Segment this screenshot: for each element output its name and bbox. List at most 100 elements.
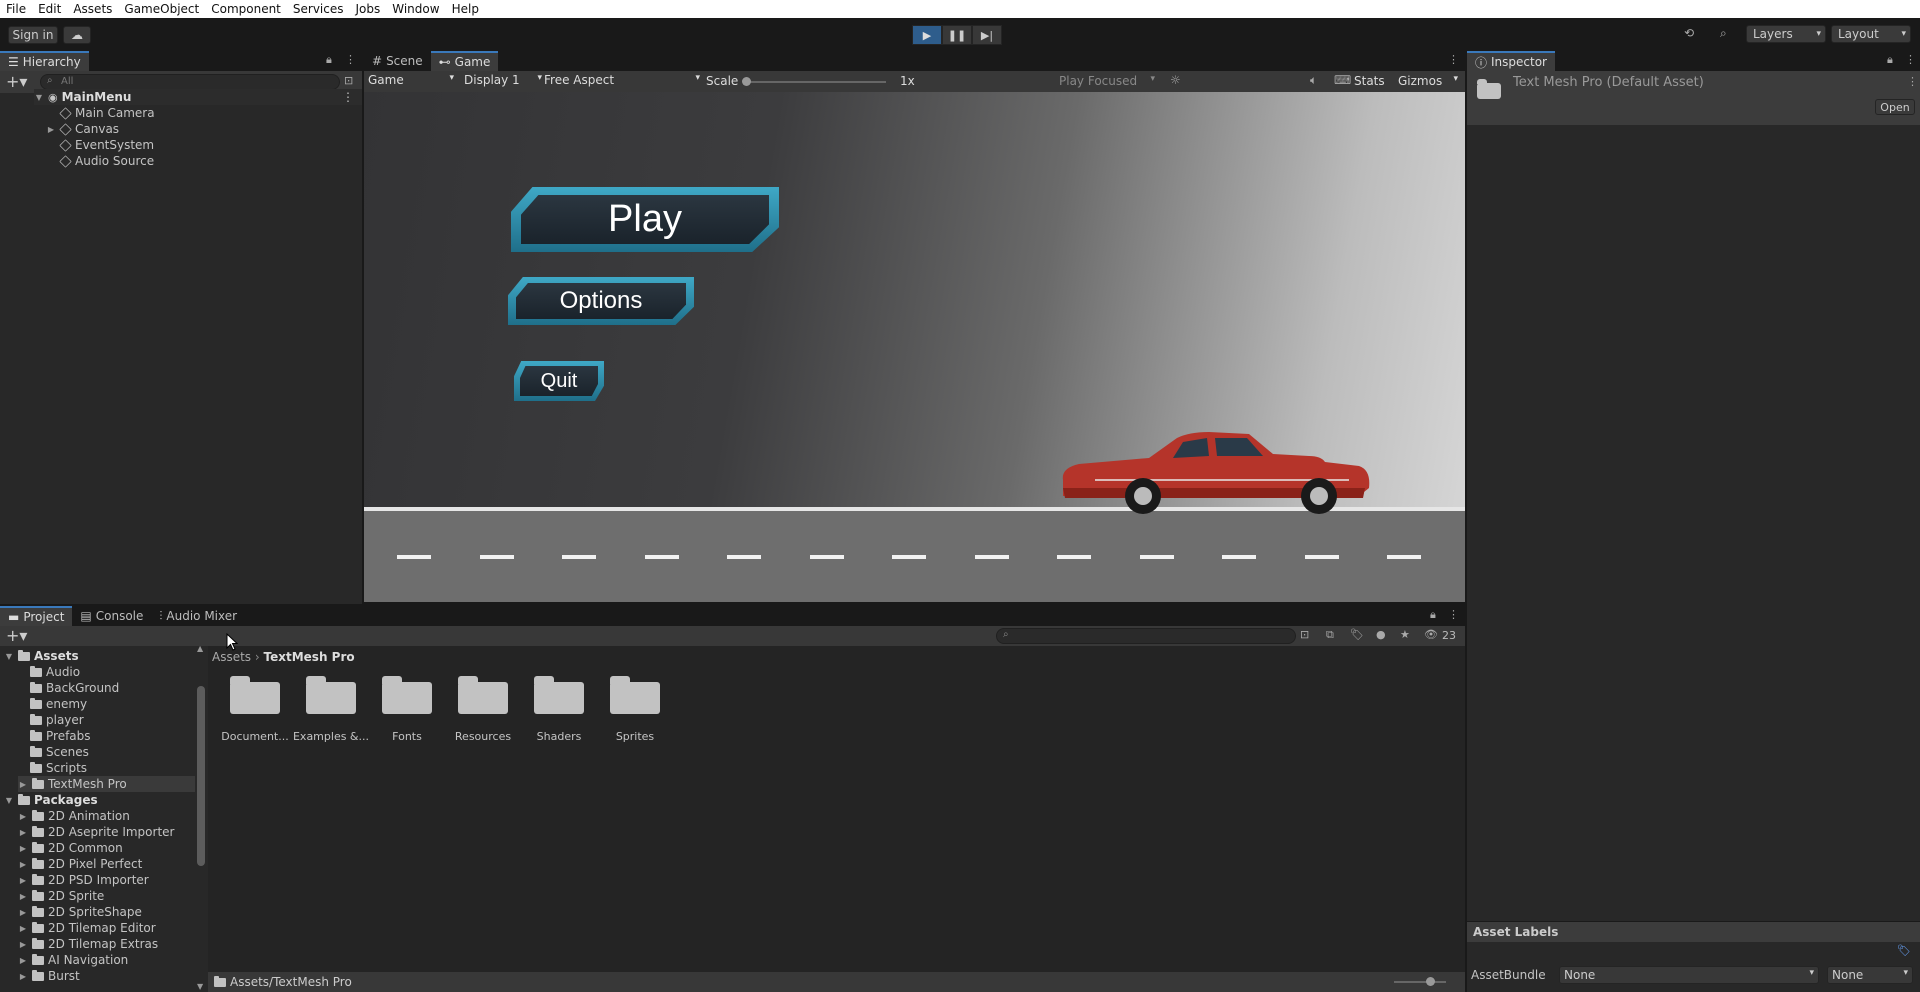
open-button[interactable]: Open — [1875, 99, 1915, 115]
breadcrumb-current[interactable]: TextMesh Pro — [264, 650, 355, 664]
filter-label-icon[interactable]: 🏷︎ — [1350, 628, 1364, 641]
game-mode-dropdown[interactable]: Game ▾ — [368, 73, 456, 89]
play-focused-dropdown[interactable]: Play Focused ▾ — [1059, 74, 1159, 88]
tree-item-asset[interactable]: Scripts — [30, 760, 87, 776]
menu-component[interactable]: Component — [205, 2, 287, 16]
tab-audio-mixer[interactable]: ⫶ Audio Mixer — [151, 606, 245, 626]
tree-item-asset[interactable]: player — [30, 712, 84, 728]
tree-item-asset[interactable]: ▶ TextMesh Pro — [18, 776, 195, 792]
tab-game[interactable]: ⊷ Game — [430, 51, 499, 71]
expand-arrow-icon[interactable]: ▶ — [18, 780, 28, 789]
layers-dropdown[interactable]: Layers ▾ — [1746, 25, 1826, 43]
tree-item-package[interactable]: ▶ 2D Tilemap Extras — [18, 936, 158, 952]
scene-root[interactable]: ▼ ◉ MainMenu ⋮ — [34, 89, 362, 105]
asset-variant-dropdown[interactable]: None ▾ — [1827, 966, 1913, 984]
breadcrumb-root[interactable]: Assets — [212, 650, 251, 664]
expand-arrow-icon[interactable]: ▶ — [18, 812, 28, 821]
lock-icon[interactable]: 🔒︎ — [326, 53, 332, 67]
lock-icon[interactable]: 🔒︎ — [1887, 53, 1893, 67]
mute-audio-icon[interactable]: 🔈︎ — [1310, 73, 1317, 88]
label-tag-icon[interactable]: 🏷︎ — [1897, 944, 1911, 957]
tree-assets-root[interactable]: ▼ Assets — [4, 648, 79, 664]
asset-bundle-dropdown[interactable]: None ▾ — [1559, 966, 1819, 984]
hierarchy-item[interactable]: ▶ Canvas — [46, 121, 119, 137]
menu-jobs[interactable]: Jobs — [350, 2, 387, 16]
tree-item-package[interactable]: ▶ 2D Animation — [18, 808, 130, 824]
tree-item-asset[interactable]: BackGround — [30, 680, 119, 696]
tree-scrollbar-thumb[interactable] — [197, 686, 205, 866]
hierarchy-item[interactable]: Main Camera — [59, 105, 155, 121]
scroll-up-icon[interactable]: ▲ — [197, 644, 203, 653]
menu-file[interactable]: File — [0, 2, 32, 16]
tree-item-package[interactable]: ▶ 2D PSD Importer — [18, 872, 149, 888]
filter-type-icon[interactable]: ⧉ — [1326, 628, 1334, 642]
more-icon[interactable]: ⋮ — [1905, 53, 1916, 66]
asset-folder[interactable]: Shaders — [520, 676, 598, 750]
expand-arrow-icon[interactable]: ▼ — [4, 652, 14, 661]
tree-item-asset[interactable]: Scenes — [30, 744, 89, 760]
icon-size-slider[interactable] — [1394, 977, 1446, 986]
expand-arrow-icon[interactable]: ▶ — [18, 892, 28, 901]
expand-arrow-icon[interactable]: ▶ — [18, 956, 28, 965]
scale-slider-thumb[interactable] — [742, 77, 751, 86]
play-button[interactable]: ▶ — [912, 25, 942, 45]
filter-warning-icon[interactable]: ● — [1376, 628, 1386, 641]
tab-scene[interactable]: # Scene — [364, 51, 431, 71]
tab-hierarchy[interactable]: ☰ Hierarchy — [0, 51, 89, 71]
tree-item-asset[interactable]: Prefabs — [30, 728, 91, 744]
search-button[interactable]: ⌕ — [1720, 26, 1727, 41]
asset-folder[interactable]: Sprites — [596, 676, 674, 750]
menu-gameobject[interactable]: GameObject — [118, 2, 205, 16]
asset-folder[interactable]: Fonts — [368, 676, 446, 750]
project-search-input[interactable]: ⌕ — [996, 628, 1296, 644]
keyboard-icon[interactable]: ⌨ — [1334, 73, 1351, 87]
asset-folder[interactable]: Resources — [444, 676, 522, 750]
bug-icon[interactable]: ☼ — [1170, 73, 1181, 87]
expand-arrow-icon[interactable]: ▶ — [18, 828, 28, 837]
menu-help[interactable]: Help — [446, 2, 485, 16]
add-icon[interactable]: +▾ — [6, 626, 27, 645]
expand-arrow-icon[interactable]: ▼ — [4, 796, 14, 805]
menu-edit[interactable]: Edit — [32, 2, 67, 16]
expand-arrow-icon[interactable]: ▶ — [18, 860, 28, 869]
expand-arrow-icon[interactable]: ▶ — [18, 876, 28, 885]
stats-button[interactable]: Stats — [1354, 74, 1385, 88]
history-button[interactable]: ⟲ — [1684, 26, 1694, 40]
more-icon[interactable]: ⋮ — [342, 90, 354, 104]
gizmos-dropdown[interactable]: Gizmos ▾ — [1398, 74, 1460, 88]
tree-item-package[interactable]: ▶ 2D Aseprite Importer — [18, 824, 175, 840]
tree-scrollbar[interactable]: ▲ ▼ — [196, 644, 206, 992]
lock-icon[interactable]: 🔒︎ — [1430, 608, 1436, 622]
expand-arrow-icon[interactable]: ▶ — [18, 940, 28, 949]
expand-arrow-icon[interactable]: ▶ — [18, 972, 28, 981]
game-view[interactable]: Play Options Quit — [364, 92, 1465, 602]
tree-item-package[interactable]: ▶ 2D Pixel Perfect — [18, 856, 142, 872]
expand-arrow-icon[interactable]: ▶ — [18, 844, 28, 853]
hierarchy-item[interactable]: Audio Source — [59, 153, 154, 169]
sign-in-button[interactable]: Sign in — [8, 26, 58, 44]
tree-item-package[interactable]: ▶ 2D Common — [18, 840, 123, 856]
tree-item-package[interactable]: ▶ AI Navigation — [18, 952, 128, 968]
more-icon[interactable]: ⋮ — [1448, 608, 1459, 621]
more-icon[interactable]: ⋮ — [1448, 53, 1459, 66]
hidden-packages-icon[interactable]: 👁︎ — [1424, 628, 1438, 641]
scale-slider[interactable] — [742, 77, 886, 86]
tree-item-package[interactable]: ▶ Burst — [18, 968, 80, 984]
hierarchy-item[interactable]: EventSystem — [59, 137, 154, 153]
options-button[interactable]: Options — [508, 277, 694, 325]
asset-folder[interactable]: Document... — [216, 676, 294, 750]
tab-inspector[interactable]: ⓘ Inspector — [1467, 51, 1555, 71]
cloud-button[interactable]: ☁ — [63, 26, 91, 44]
display-dropdown[interactable]: Display 1 ▾ — [464, 73, 544, 89]
menu-assets[interactable]: Assets — [67, 2, 118, 16]
asset-folder[interactable]: Examples &... — [292, 676, 370, 750]
tab-console[interactable]: ▤ Console — [72, 606, 151, 626]
play-button[interactable]: Play — [511, 187, 779, 252]
tree-packages-root[interactable]: ▼ Packages — [4, 792, 98, 808]
expand-arrow-icon[interactable]: ▶ — [18, 908, 28, 917]
tree-item-package[interactable]: ▶ 2D Sprite — [18, 888, 104, 904]
more-icon[interactable]: ⋮ — [345, 53, 356, 66]
more-icon[interactable]: ⋮ — [1907, 75, 1918, 88]
favorite-star-icon[interactable]: ★ — [1400, 628, 1410, 641]
tree-item-package[interactable]: ▶ 2D Tilemap Editor — [18, 920, 156, 936]
